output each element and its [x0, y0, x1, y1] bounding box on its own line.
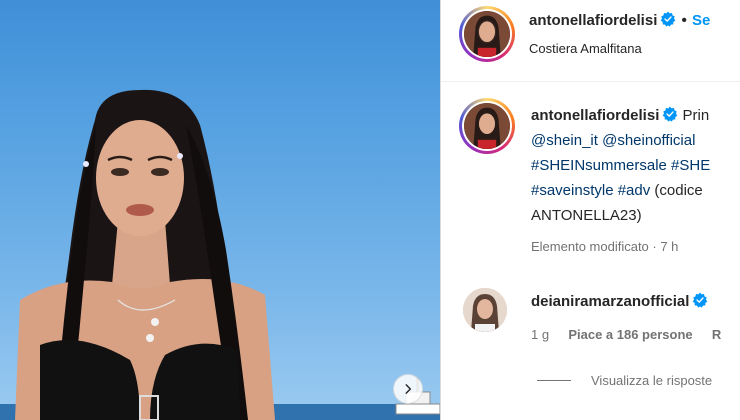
separator-dot: •	[681, 12, 687, 29]
hashtag-link[interactable]: #SHEINsummersale	[531, 157, 667, 174]
caption-meta: Elemento modificato · 7 h	[531, 239, 679, 254]
caption-text: ANTONELLA23)	[531, 207, 642, 224]
hashtag-link[interactable]: #SHE	[671, 157, 710, 174]
post-header: antonellafiordelisi • Se Costiera Amalfita…	[441, 0, 740, 82]
post-caption: antonellafiordelisi Prin @shein_it @shei…	[531, 103, 740, 228]
chevron-right-icon	[405, 384, 412, 394]
reply-button[interactable]: R	[712, 327, 721, 342]
post-details-panel: antonellafiordelisi • Se Costiera Amalfita…	[440, 0, 740, 420]
comment-meta: 1 g Piace a 186 persone R	[531, 327, 721, 342]
commenter-avatar[interactable]	[463, 288, 507, 332]
next-image-button[interactable]	[393, 374, 423, 404]
author-username[interactable]: antonellafiordelisi	[529, 12, 657, 29]
replies-divider-line	[537, 380, 571, 381]
caption-text: (codice	[654, 182, 703, 199]
caption-author-avatar[interactable]	[459, 98, 515, 154]
view-replies-label: Visualizza le risposte	[591, 373, 713, 388]
mention-link[interactable]: @shein_it	[531, 132, 598, 149]
post-image	[0, 89, 440, 420]
comment-likes[interactable]: Piace a 186 persone	[568, 327, 692, 342]
view-replies-button[interactable]: Visualizza le risposte	[537, 373, 712, 388]
mention-link[interactable]: @sheinofficial	[602, 132, 695, 149]
caption-text-start: Prin	[682, 107, 710, 124]
commenter-username[interactable]: deianiramarzanofficial	[531, 293, 689, 310]
verified-badge-icon	[693, 292, 708, 308]
hashtag-link[interactable]: #adv	[618, 182, 651, 199]
verified-badge-icon	[661, 11, 676, 27]
verified-badge-icon	[663, 106, 678, 122]
caption-username[interactable]: antonellafiordelisi	[531, 107, 659, 124]
post-photo	[0, 0, 440, 420]
follow-button[interactable]: Se	[692, 12, 710, 29]
comment-time[interactable]: 1 g	[531, 327, 549, 342]
location-link[interactable]: Costiera Amalfitana	[529, 41, 642, 56]
hashtag-link[interactable]: #saveinstyle	[531, 182, 614, 199]
author-avatar[interactable]	[459, 6, 515, 62]
